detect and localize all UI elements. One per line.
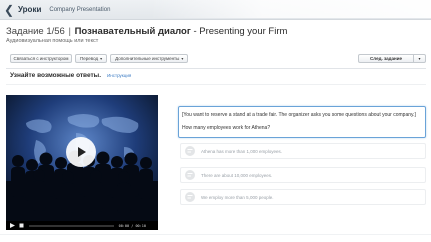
instruction-link[interactable]: Инструкция <box>107 73 131 78</box>
top-bar: ❮ Уроки Company Presentation <box>0 0 431 20</box>
task-subtitle: Аудиовизуальная помощь или текст <box>6 38 99 44</box>
top-bar-glare <box>150 0 431 18</box>
answer-text: Athena has more than 1,000 employees. <box>201 148 283 154</box>
pause-icon[interactable] <box>9 223 15 229</box>
answer-option[interactable]: Athena has more than 1,000 employees. <box>180 143 426 159</box>
task-number: Задание 1/56 <box>6 26 65 37</box>
divider <box>6 84 426 85</box>
video-time: 00:00 / 00:10 <box>118 223 146 228</box>
answer-text: There are about 10,000 employees. <box>201 172 273 178</box>
speech-icon <box>183 190 197 204</box>
answer-text: We employ more than 5,000 people. <box>201 194 274 200</box>
contact-instructor-button[interactable]: Связаться с инструктором <box>10 54 72 63</box>
next-task-label[interactable]: След. задание <box>359 56 413 61</box>
play-icon <box>78 147 86 157</box>
divider <box>6 68 426 69</box>
answer-option[interactable]: There are about 10,000 employees. <box>180 167 426 183</box>
contact-instructor-label: Связаться с инструктором <box>13 56 69 61</box>
page-title: Задание 1/56 | Познавательный диалог - P… <box>6 26 287 37</box>
task-title-ru: Познавательный диалог <box>74 26 191 37</box>
speech-icon <box>183 144 197 158</box>
chevron-down-icon: ▾ <box>181 56 184 61</box>
play-button[interactable] <box>66 137 96 167</box>
translate-label: Перевод <box>80 56 99 61</box>
volume-icon[interactable] <box>149 223 155 230</box>
stop-icon[interactable] <box>18 223 24 229</box>
video-player[interactable]: 00:00 / 00:10 <box>6 95 158 230</box>
next-task-dropdown-icon[interactable]: ▾ <box>413 55 425 62</box>
next-task-button: След. задание ▾ <box>358 54 426 63</box>
divider <box>0 234 431 235</box>
chevron-left-icon[interactable]: ❮ <box>2 3 16 17</box>
instruction-row: Узнайте возможные ответы. Инструкция <box>10 72 131 79</box>
title-separator: | <box>68 26 71 37</box>
more-tools-label: Дополнительные инструменты <box>115 56 180 61</box>
toolbar: Связаться с инструктором Перевод ▾ Допол… <box>10 54 189 63</box>
translate-button[interactable]: Перевод ▾ <box>75 54 108 63</box>
breadcrumb: Company Presentation <box>49 6 111 13</box>
back-to-lessons-link[interactable]: Уроки <box>18 5 41 14</box>
video-controls: 00:00 / 00:10 <box>6 221 158 230</box>
answer-option[interactable]: We employ more than 5,000 people. <box>180 189 426 205</box>
speech-icon <box>183 168 197 182</box>
instruction-text: Узнайте возможные ответы. <box>10 72 102 79</box>
seek-bar[interactable] <box>29 224 114 227</box>
chevron-down-icon: ▾ <box>100 56 103 61</box>
question-box: [You want to reserve a stand at a trade … <box>178 106 426 138</box>
task-title-en: Presenting your Firm <box>199 26 288 37</box>
more-tools-button[interactable]: Дополнительные инструменты ▾ <box>110 54 189 63</box>
